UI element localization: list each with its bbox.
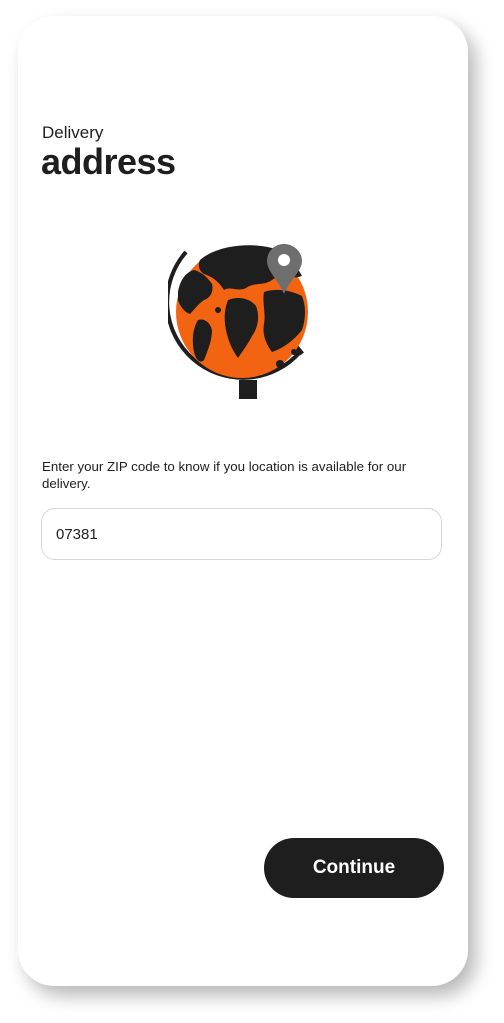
page-title: address [41,141,176,182]
zip-code-input[interactable] [41,508,442,560]
globe-illustration-icon [168,244,308,399]
continue-button[interactable]: Continue [264,838,444,898]
globe-stand-base [239,380,257,399]
page-subtitle: Delivery [42,123,104,142]
zip-description: Enter your ZIP code to know if you locat… [42,459,407,491]
